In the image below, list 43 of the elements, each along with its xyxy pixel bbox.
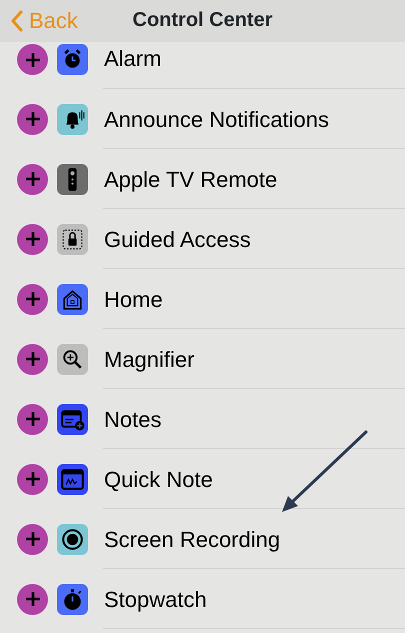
plus-icon: [24, 291, 40, 307]
chevron-icon: [10, 10, 23, 32]
add-button[interactable]: [17, 344, 48, 374]
item-label: Quick Note: [104, 466, 213, 494]
plus-icon: [24, 111, 40, 127]
item-label: Guided Access: [104, 226, 251, 254]
add-button[interactable]: [17, 104, 48, 134]
remote-icon: [57, 164, 88, 194]
magnifier-icon: [57, 344, 88, 374]
item-label: Notes: [104, 406, 162, 434]
item-label: Announce Notifications: [104, 106, 330, 134]
add-button[interactable]: [17, 404, 48, 434]
item-label: Stopwatch: [104, 586, 207, 614]
add-button[interactable]: [17, 584, 48, 614]
screen-title: Control Center: [132, 8, 272, 33]
item-label: Home: [104, 286, 163, 314]
quick-note-icon: [57, 464, 88, 494]
add-button[interactable]: [17, 164, 48, 194]
item-label: Magnifier: [104, 346, 194, 374]
record-icon: [57, 524, 88, 554]
lock-icon: [57, 224, 88, 254]
plus-icon: [24, 531, 40, 547]
item-label: Apple TV Remote: [104, 166, 278, 194]
plus-icon: [24, 171, 40, 187]
note-add-icon: [57, 404, 88, 434]
add-button[interactable]: [17, 284, 48, 314]
add-button[interactable]: [17, 44, 48, 75]
back-button[interactable]: Back: [6, 4, 82, 37]
plus-icon: [24, 52, 40, 68]
bell-icon: [57, 104, 88, 134]
plus-icon: [24, 351, 40, 367]
alarm-clock-icon: [57, 44, 88, 75]
plus-icon: [24, 231, 40, 247]
plus-icon: [24, 411, 40, 427]
item-label: Screen Recording: [104, 526, 280, 554]
plus-icon: [24, 471, 40, 487]
item-label: Alarm: [104, 45, 162, 73]
add-button[interactable]: [17, 524, 48, 554]
add-button[interactable]: [17, 464, 48, 494]
plus-icon: [24, 591, 40, 607]
add-button[interactable]: [17, 224, 48, 254]
house-icon: [57, 284, 88, 314]
stopwatch-icon: [57, 584, 88, 614]
